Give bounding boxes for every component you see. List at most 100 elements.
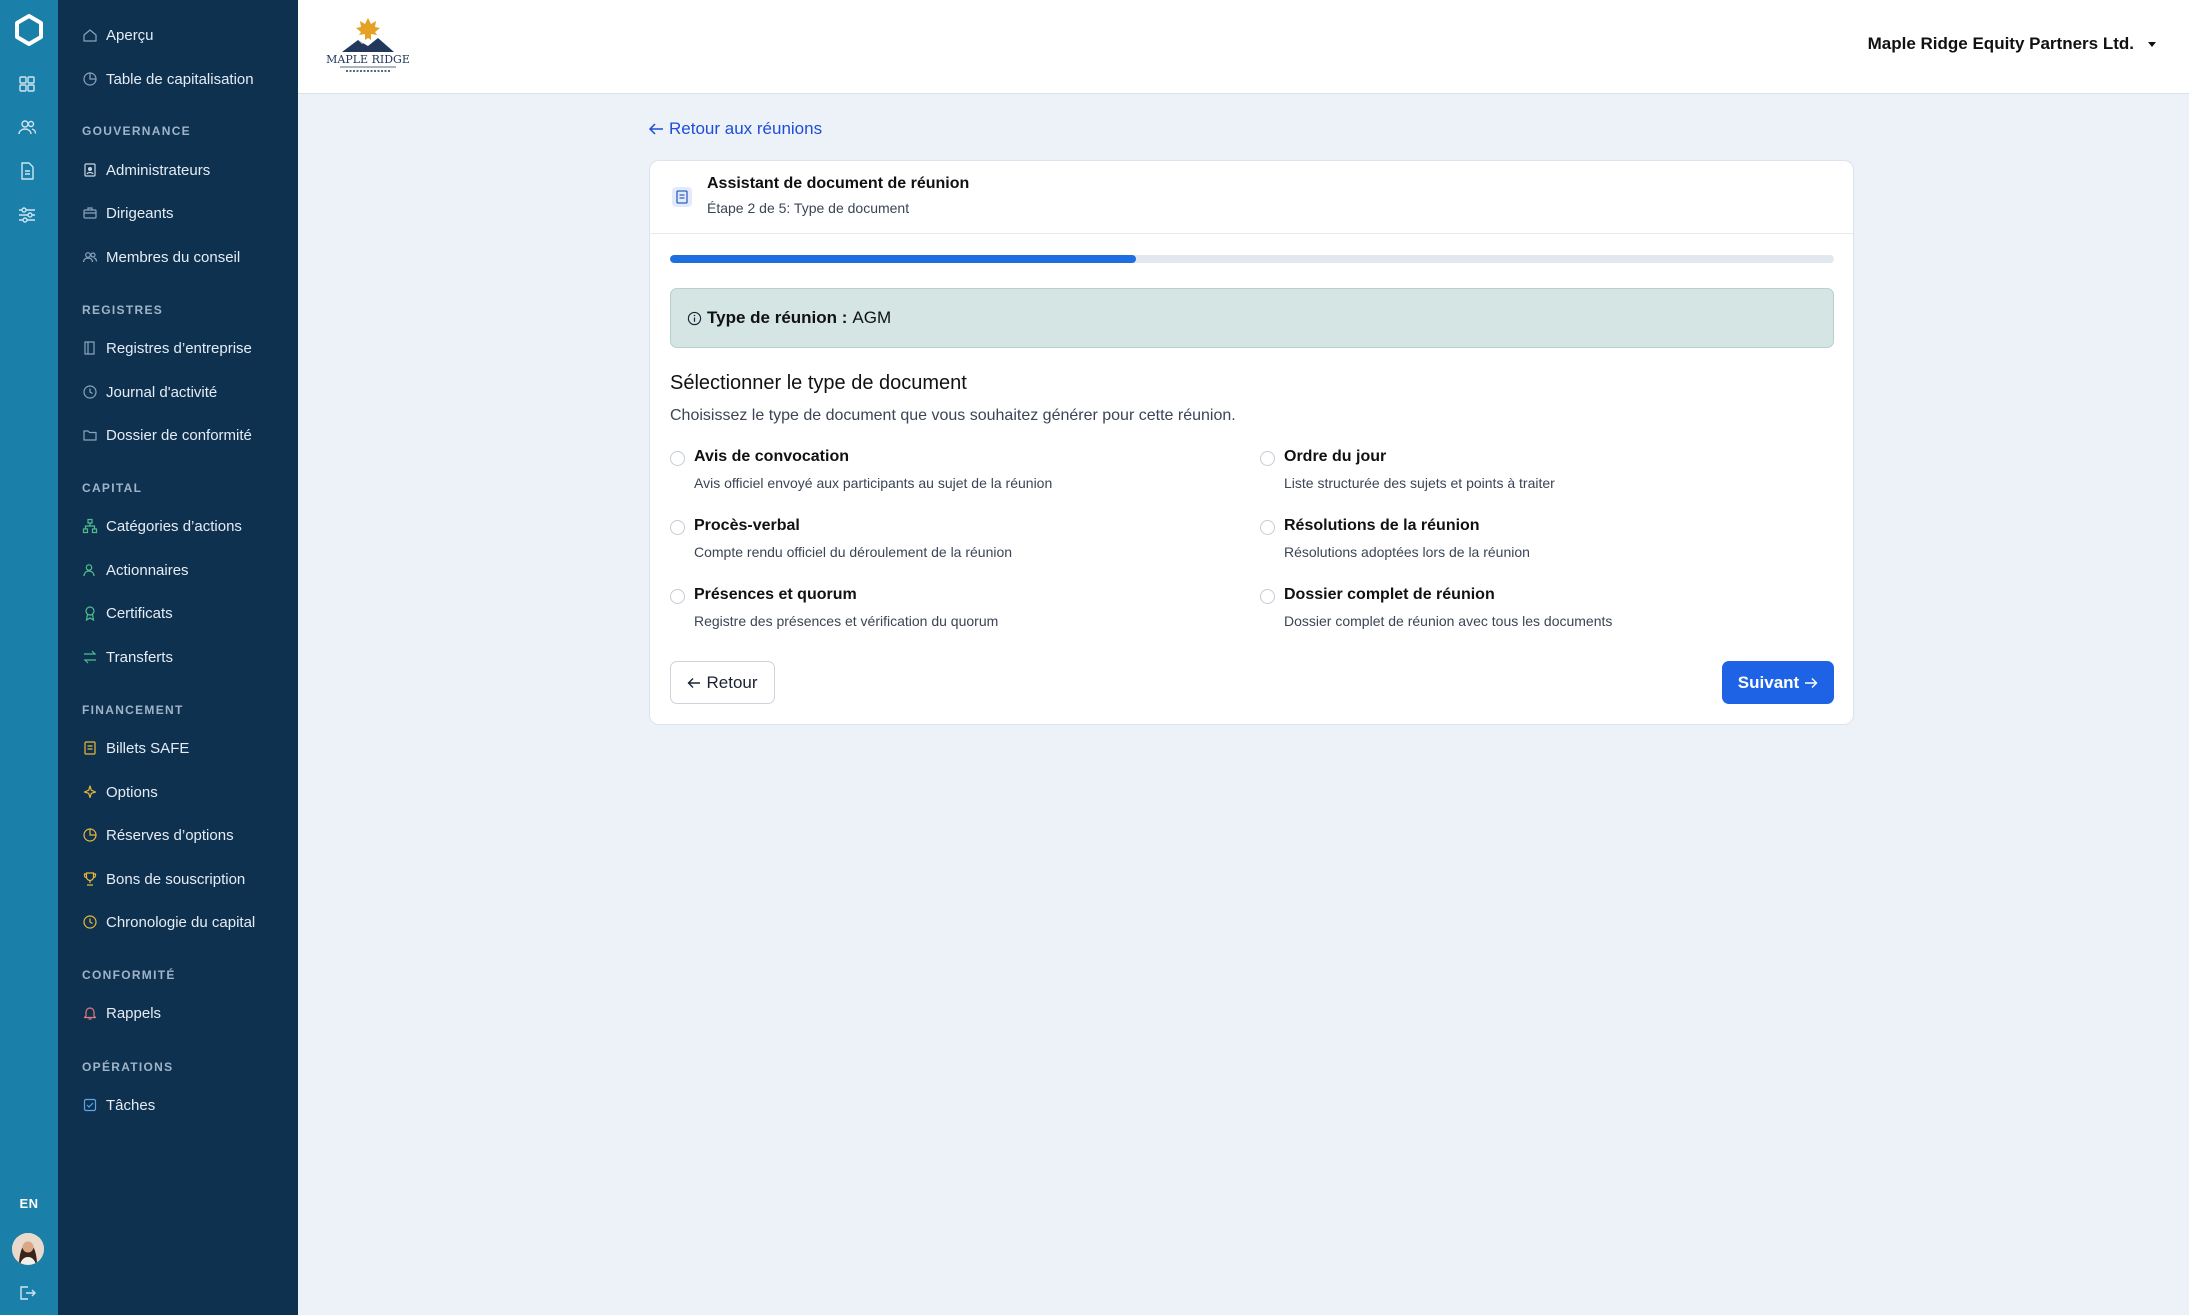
wizard-title: Assistant de document de réunion (707, 175, 970, 192)
book-icon (84, 341, 95, 355)
document-icon (672, 187, 692, 207)
sliders-icon[interactable] (17, 205, 37, 225)
sidebar-item-bons-de-souscription[interactable]: Bons de souscription (82, 866, 245, 892)
caret-down-icon (2148, 41, 2156, 47)
app-logo-icon[interactable] (12, 14, 46, 48)
sidebar-item-label: Billets SAFE (106, 739, 190, 757)
option-description: Registre des présences et vérification d… (694, 613, 999, 629)
option-title: Procès-verbal (694, 517, 800, 534)
bell-icon (83, 1007, 97, 1020)
grid-icon[interactable] (17, 74, 37, 94)
sidebar-item-options[interactable]: Options (82, 779, 158, 805)
trophy-icon (83, 872, 97, 886)
sidebar-item-label: Transferts (106, 648, 173, 666)
sidebar-item-table-de-capitalisation[interactable]: Table de capitalisation (82, 66, 254, 92)
option-resolutions-de-la-reunion[interactable]: Résolutions de la réunion Résolutions ad… (1260, 517, 1820, 569)
sidebar-item-membres-du-conseil[interactable]: Membres du conseil (82, 244, 240, 270)
section-title: Sélectionner le type de document (670, 372, 967, 394)
company-selector[interactable]: Maple Ridge Equity Partners Ltd. (1868, 34, 2156, 54)
option-title: Dossier complet de réunion (1284, 586, 1495, 603)
sidebar-item-label: Rappels (106, 1004, 162, 1022)
document-icon[interactable] (17, 161, 37, 181)
sidebar-item-label: Registres d’entreprise (106, 339, 252, 357)
logout-icon[interactable] (17, 1283, 37, 1303)
nav-section-conformite: CONFORMITÉ (82, 968, 176, 982)
home-icon (83, 29, 97, 42)
award-icon (85, 606, 95, 621)
progress-bar (670, 255, 1834, 263)
option-title: Avis de convocation (694, 448, 849, 465)
sidebar-item-dossier-de-conformite[interactable]: Dossier de conformité (82, 422, 252, 448)
transfer-icon (83, 650, 97, 664)
option-title: Présences et quorum (694, 586, 857, 603)
sidebar-item-administrateurs[interactable]: Administrateurs (82, 157, 210, 183)
option-ordre-du-jour[interactable]: Ordre du jour Liste structurée des sujet… (1260, 448, 1820, 500)
card-header: Assistant de document de réunion Étape 2… (650, 161, 1853, 234)
nav-section-gouvernance: GOUVERNANCE (82, 124, 191, 138)
radio-button[interactable] (670, 589, 685, 604)
option-proces-verbal[interactable]: Procès-verbal Compte rendu officiel du d… (670, 517, 1230, 569)
sidebar-item-categories-actions[interactable]: Catégories d’actions (82, 513, 242, 539)
option-dossier-complet-de-reunion[interactable]: Dossier complet de réunion Dossier compl… (1260, 586, 1820, 638)
sidebar-item-label: Membres du conseil (106, 248, 241, 266)
nav-section-financement: FINANCEMENT (82, 703, 184, 717)
nav-section-operations: OPÉRATIONS (82, 1060, 174, 1074)
arrow-left-icon (648, 123, 663, 135)
hierarchy-icon (82, 518, 98, 534)
arrow-left-icon (687, 677, 701, 688)
sidebar-item-billets-safe[interactable]: Billets SAFE (82, 735, 189, 761)
icon-rail: EN (0, 0, 58, 1315)
language-toggle[interactable]: EN (0, 1196, 58, 1211)
sidebar-item-transferts[interactable]: Transferts (82, 644, 173, 670)
radio-button[interactable] (1260, 589, 1275, 604)
radio-button[interactable] (670, 451, 685, 466)
sidebar-item-label: Options (106, 783, 158, 801)
sidebar-item-label: Dirigeants (106, 204, 174, 222)
sidebar-item-chronologie-du-capital[interactable]: Chronologie du capital (82, 909, 255, 935)
user-icon (83, 564, 95, 577)
sidebar-item-certificats[interactable]: Certificats (82, 600, 173, 626)
info-icon (687, 311, 702, 325)
document-wizard-card: Assistant de document de réunion Étape 2… (649, 160, 1854, 725)
sidebar-item-label: Chronologie du capital (106, 913, 256, 931)
meeting-type-info: Type de réunion : AGM (670, 288, 1834, 348)
radio-button[interactable] (1260, 520, 1275, 535)
pie-chart-icon (83, 72, 97, 86)
avatar[interactable] (12, 1233, 44, 1265)
radio-button[interactable] (670, 520, 685, 535)
sidebar-item-apercu[interactable]: Aperçu (82, 22, 154, 48)
company-name: Maple Ridge Equity Partners Ltd. (1867, 34, 2134, 53)
users-icon[interactable] (17, 117, 37, 137)
logo-text: MAPLE RIDGE (326, 53, 410, 66)
radio-button[interactable] (1260, 451, 1275, 466)
top-header: MAPLE RIDGE Maple Ridge Equity Partners … (298, 0, 2189, 94)
sidebar-item-reserves-options[interactable]: Réserves d’options (82, 822, 234, 848)
sidebar-item-rappels[interactable]: Rappels (82, 1000, 161, 1026)
users-icon (82, 252, 98, 263)
sidebar-item-actionnaires[interactable]: Actionnaires (82, 557, 189, 583)
sidebar-item-label: Table de capitalisation (106, 70, 254, 88)
note-icon (84, 741, 96, 755)
sidebar: Aperçu Table de capitalisation GOUVERNAN… (58, 0, 298, 1315)
arrow-right-icon (1805, 677, 1818, 688)
maple-ridge-logo[interactable]: MAPLE RIDGE (320, 10, 416, 82)
nav-section-registres: REGISTRES (82, 303, 164, 317)
option-avis-de-convocation[interactable]: Avis de convocation Avis officiel envoyé… (670, 448, 1230, 500)
sidebar-item-dirigeants[interactable]: Dirigeants (82, 200, 174, 226)
sidebar-item-journal-activite[interactable]: Journal d'activité (82, 379, 217, 405)
meeting-type-value: AGM (852, 308, 892, 327)
option-title: Résolutions de la réunion (1284, 517, 1480, 534)
pie-chart-icon (83, 828, 97, 842)
next-button[interactable]: Suivant (1722, 661, 1834, 704)
option-description: Dossier complet de réunion avec tous les… (1284, 613, 1613, 629)
id-badge-icon (84, 163, 96, 177)
option-description: Avis officiel envoyé aux participants au… (694, 475, 1053, 491)
sidebar-item-taches[interactable]: Tâches (82, 1092, 155, 1118)
back-to-meetings-link[interactable]: Retour aux réunions (648, 119, 822, 139)
sidebar-item-label: Administrateurs (106, 161, 211, 179)
sidebar-item-label: Catégories d’actions (106, 517, 242, 535)
option-presences-et-quorum[interactable]: Présences et quorum Registre des présenc… (670, 586, 1230, 638)
back-button[interactable]: Retour (670, 661, 775, 704)
option-title: Ordre du jour (1284, 448, 1387, 465)
sidebar-item-registres-dentreprise[interactable]: Registres d’entreprise (82, 335, 252, 361)
